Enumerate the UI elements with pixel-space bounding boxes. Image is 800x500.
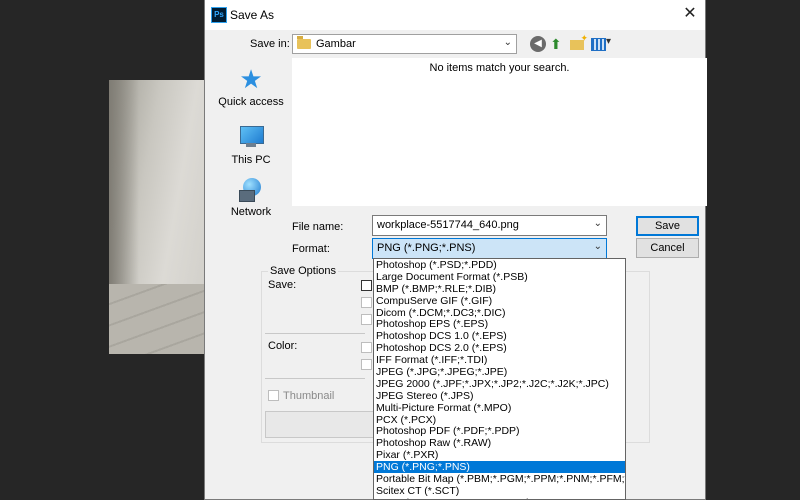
save-in-value: Gambar xyxy=(316,38,356,50)
save-option-checkbox[interactable] xyxy=(361,314,372,325)
computer-icon xyxy=(237,124,265,150)
format-option[interactable]: Photoshop (*.PSD;*.PDD) xyxy=(374,259,625,271)
photoshop-app-icon: Ps xyxy=(211,7,227,23)
format-option[interactable]: Large Document Format (*.PSB) xyxy=(374,271,625,283)
dialog-title: Save As xyxy=(230,8,275,22)
chevron-down-icon: ⌄ xyxy=(593,241,602,252)
cancel-button[interactable]: Cancel xyxy=(636,238,699,258)
warning-box xyxy=(265,411,375,438)
file-list[interactable]: No items match your search. xyxy=(292,58,707,206)
color-label: Color: xyxy=(268,340,298,352)
file-name-input[interactable]: workplace-5517744_640.png ⌄ xyxy=(372,215,607,236)
save-option-checkbox[interactable] xyxy=(361,280,372,291)
title-bar: Ps Save As ✕ xyxy=(205,0,705,30)
format-option[interactable]: JPEG 2000 (*.JPF;*.JPX;*.JP2;*.J2C;*.J2K… xyxy=(374,378,625,390)
format-option[interactable]: JPEG Stereo (*.JPS) xyxy=(374,390,625,402)
format-option[interactable]: Photoshop DCS 1.0 (*.EPS) xyxy=(374,330,625,342)
format-value: PNG (*.PNG;*.PNS) xyxy=(377,242,476,254)
new-folder-icon[interactable] xyxy=(570,33,588,52)
folder-icon xyxy=(297,36,311,49)
format-option[interactable]: Dicom (*.DCM;*.DC3;*.DIC) xyxy=(374,307,625,319)
background-photo xyxy=(109,80,209,354)
back-icon[interactable]: ◀ xyxy=(530,36,546,52)
format-option[interactable]: Photoshop EPS (*.EPS) xyxy=(374,318,625,331)
format-label: Format: xyxy=(292,243,330,255)
view-menu-icon[interactable] xyxy=(591,36,613,52)
options-divider xyxy=(265,333,365,334)
format-option[interactable]: Photoshop PDF (*.PDF;*.PDP) xyxy=(374,425,625,438)
format-option[interactable]: Multi-Picture Format (*.MPO) xyxy=(374,402,625,414)
format-option[interactable]: IFF Format (*.IFF;*.TDI) xyxy=(374,354,625,366)
save-option-checkbox[interactable] xyxy=(361,297,372,308)
options-divider xyxy=(265,378,365,379)
photo-floor xyxy=(109,284,209,354)
color-option-checkbox[interactable] xyxy=(361,359,372,370)
place-label: Quick access xyxy=(218,96,284,108)
empty-message: No items match your search. xyxy=(429,62,570,74)
format-option[interactable]: CompuServe GIF (*.GIF) xyxy=(374,295,625,307)
up-folder-icon[interactable]: ⬆ xyxy=(550,36,566,52)
save-in-dropdown[interactable]: Gambar ⌄ xyxy=(292,34,517,54)
format-option[interactable]: Portable Bit Map (*.PBM;*.PGM;*.PPM;*.PN… xyxy=(374,473,625,485)
place-quick-access[interactable]: ★ Quick access xyxy=(211,66,291,108)
color-option-checkbox[interactable] xyxy=(361,342,372,353)
thumbnail-label: Thumbnail xyxy=(283,390,335,402)
chevron-down-icon: ⌄ xyxy=(503,37,512,48)
format-option[interactable]: Scitex CT (*.SCT) xyxy=(374,485,625,497)
place-this-pc[interactable]: This PC xyxy=(211,124,291,166)
save-button[interactable]: Save xyxy=(636,216,699,236)
save-options-title: Save Options xyxy=(268,265,339,277)
format-dropdown-list[interactable]: Photoshop (*.PSD;*.PDD) Large Document Fo… xyxy=(373,258,626,500)
file-name-value: workplace-5517744_640.png xyxy=(377,219,519,231)
thumbnail-checkbox[interactable] xyxy=(268,390,279,401)
network-icon xyxy=(237,176,265,202)
format-option[interactable]: Photoshop DCS 2.0 (*.EPS) xyxy=(374,342,625,354)
format-option[interactable]: JPEG (*.JPG;*.JPEG;*.JPE) xyxy=(374,366,625,378)
close-icon[interactable]: ✕ xyxy=(675,0,705,30)
photo-shadow xyxy=(109,80,139,284)
format-dropdown[interactable]: PNG (*.PNG;*.PNS) ⌄ xyxy=(372,238,607,259)
place-network[interactable]: Network xyxy=(211,176,291,218)
format-option[interactable]: BMP (*.BMP;*.RLE;*.DIB) xyxy=(374,283,625,295)
save-label: Save: xyxy=(268,279,297,291)
file-name-label: File name: xyxy=(292,221,344,233)
format-option[interactable]: PNG (*.PNG;*.PNS) xyxy=(374,461,625,473)
save-in-label: Save in: xyxy=(250,38,290,50)
format-option[interactable]: Pixar (*.PXR) xyxy=(374,449,625,461)
place-label: This PC xyxy=(231,154,271,166)
star-icon: ★ xyxy=(239,64,263,94)
place-label: Network xyxy=(230,206,272,218)
chevron-down-icon[interactable]: ⌄ xyxy=(594,218,602,229)
format-option[interactable]: Photoshop Raw (*.RAW) xyxy=(374,437,625,449)
format-option[interactable]: PCX (*.PCX) xyxy=(374,414,625,426)
